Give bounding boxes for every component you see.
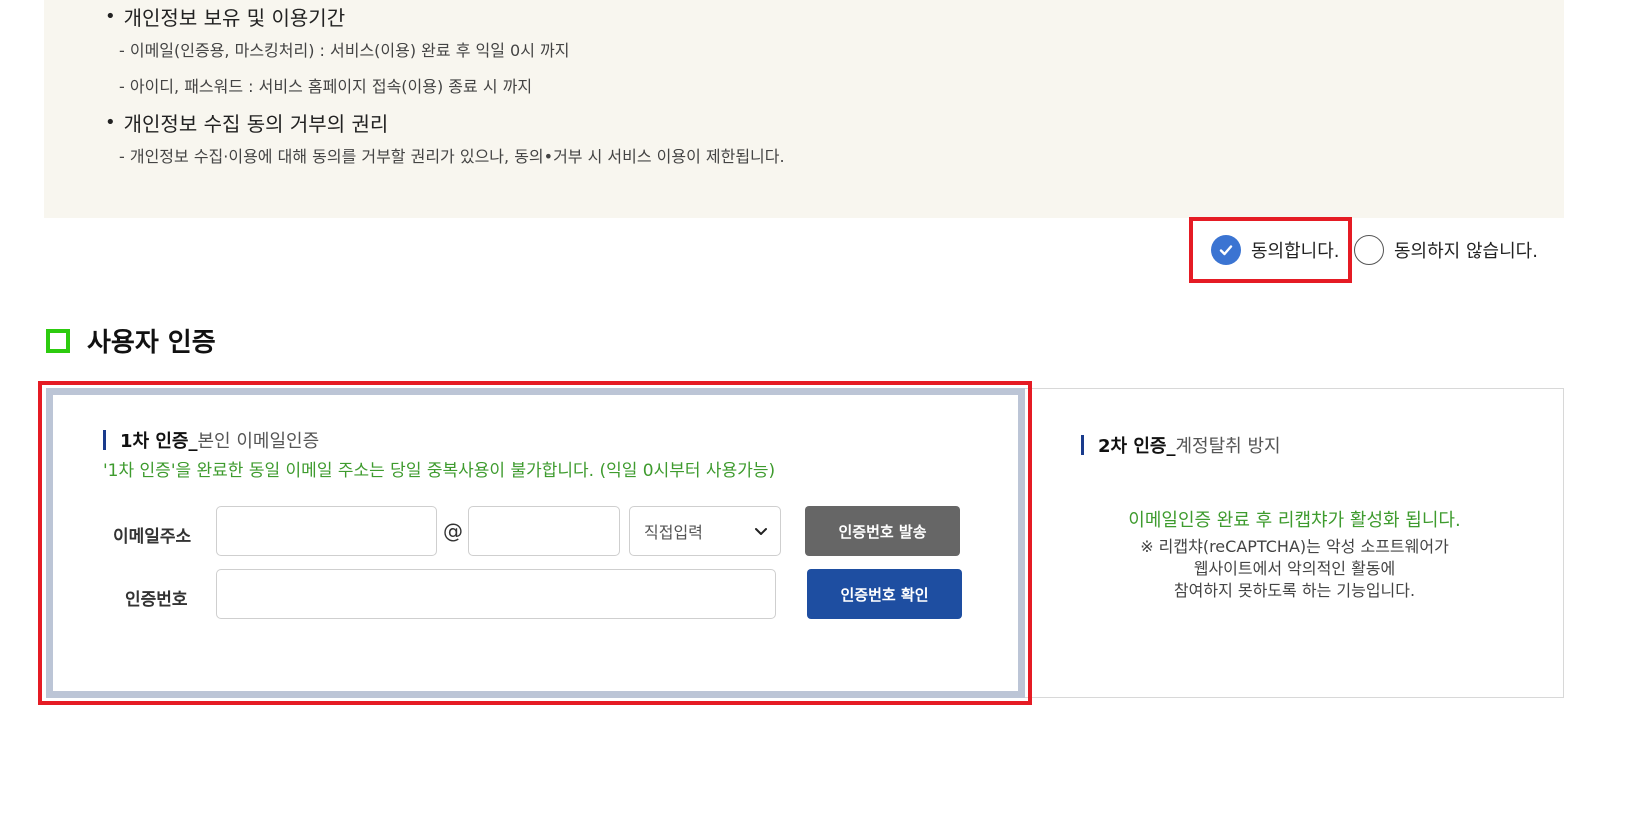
- auth1-panel: 1차 인증_ 본인 이메일인증 '1차 인증'을 완료한 동일 이메일 주소는 …: [46, 388, 1025, 698]
- refusal-section: • 개인정보 수집 동의 거부의 권리 - 개인정보 수집·이용에 대해 동의를…: [105, 108, 785, 167]
- auth2-notice: 이메일인증 완료 후 리캡챠가 활성화 됩니다.: [1128, 510, 1461, 531]
- auth2-desc-line-1: ※ 리캡챠(reCAPTCHA)는 악성 소프트웨어가: [1140, 537, 1449, 556]
- consent-agree-label: 동의합니다.: [1251, 241, 1340, 262]
- email-domain-select-value: 직접입력: [644, 523, 703, 542]
- email-domain-select[interactable]: 직접입력: [629, 506, 781, 556]
- email-label: 이메일주소: [113, 527, 192, 547]
- retention-line-account: - 아이디, 패스워드 : 서비스 홈페이지 접속(이용) 종료 시 까지: [119, 77, 533, 96]
- code-input[interactable]: [216, 569, 776, 619]
- privacy-info-box: • 개인정보 보유 및 이용기간 - 이메일(인증용, 마스킹처리) : 서비스…: [44, 0, 1564, 218]
- auth2-panel: 2차 인증_ 계정탈취 방지 이메일인증 완료 후 리캡챠가 활성화 됩니다. …: [1025, 388, 1564, 698]
- empty-circle-icon: [1354, 235, 1384, 265]
- auth2-title-sub: 계정탈취 방지: [1175, 436, 1281, 457]
- auth2-title: 2차 인증_ 계정탈취 방지: [1081, 432, 1281, 458]
- retention-heading: • 개인정보 보유 및 이용기간: [105, 2, 569, 31]
- auth2-title-strong: 2차 인증_: [1098, 436, 1176, 457]
- section-title-text: 사용자 인증: [87, 328, 216, 358]
- consent-agree-radio[interactable]: 동의합니다.: [1211, 235, 1340, 265]
- section-title: 사용자 인증: [46, 322, 216, 359]
- email-domain-input[interactable]: [468, 506, 620, 556]
- retention-line-email: - 이메일(인증용, 마스킹처리) : 서비스(이용) 완료 후 익일 0시 까…: [119, 41, 570, 60]
- at-sign: @: [443, 519, 463, 543]
- page: • 개인정보 보유 및 이용기간 - 이메일(인증용, 마스킹처리) : 서비스…: [0, 0, 1632, 821]
- square-bullet-icon: [46, 328, 70, 353]
- auth2-desc-line-3: 참여하지 못하도록 하는 기능입니다.: [1173, 581, 1416, 600]
- auth1-title-strong: 1차 인증_: [120, 431, 198, 452]
- bullet-icon: •: [105, 6, 116, 27]
- bullet-icon: •: [105, 112, 116, 133]
- retention-section: • 개인정보 보유 및 이용기간 - 이메일(인증용, 마스킹처리) : 서비스…: [105, 2, 569, 97]
- title-bar-icon: [103, 430, 106, 450]
- code-label: 인증번호: [125, 590, 188, 610]
- title-bar-icon: [1081, 435, 1084, 455]
- auth1-notice: '1차 인증'을 완료한 동일 이메일 주소는 당일 중복사용이 불가합니다. …: [103, 461, 776, 481]
- auth2-desc-line-2: 웹사이트에서 악의적인 활동에: [1193, 559, 1396, 578]
- auth1-title-sub: 본인 이메일인증: [197, 431, 320, 452]
- auth1-title: 1차 인증_ 본인 이메일인증: [103, 427, 319, 453]
- confirm-code-button[interactable]: 인증번호 확인: [807, 569, 962, 619]
- refusal-heading: • 개인정보 수집 동의 거부의 권리: [105, 108, 785, 137]
- consent-disagree-radio[interactable]: 동의하지 않습니다.: [1354, 235, 1538, 265]
- refusal-line: - 개인정보 수집·이용에 대해 동의를 거부할 권리가 있으나, 동의•거부 …: [119, 147, 785, 166]
- check-circle-icon: [1211, 235, 1241, 265]
- refusal-heading-text: 개인정보 수집 동의 거부의 권리: [123, 112, 389, 136]
- chevron-down-icon: [754, 522, 768, 541]
- email-local-input[interactable]: [216, 506, 437, 556]
- send-code-button[interactable]: 인증번호 발송: [805, 506, 960, 556]
- retention-heading-text: 개인정보 보유 및 이용기간: [123, 6, 346, 30]
- consent-disagree-label: 동의하지 않습니다.: [1394, 241, 1538, 262]
